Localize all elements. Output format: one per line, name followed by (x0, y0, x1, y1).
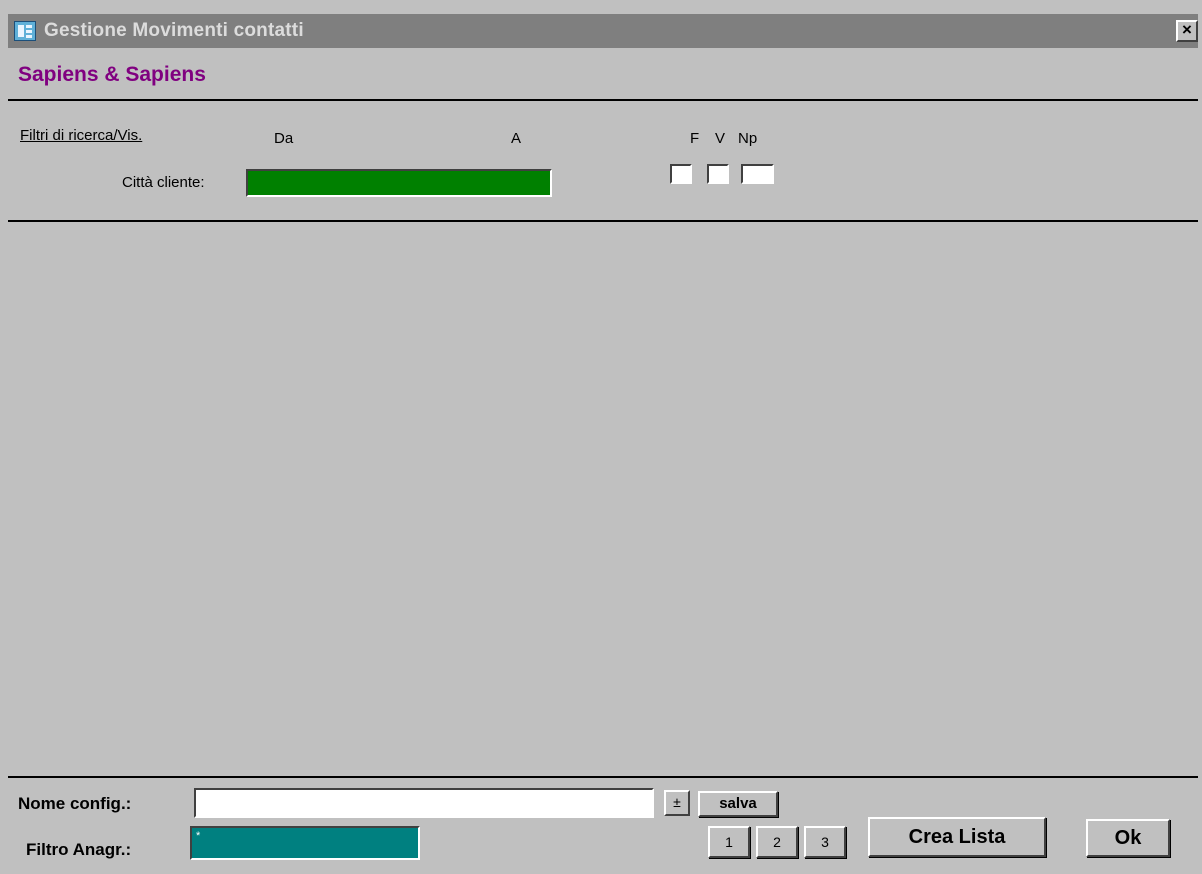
config-name-input[interactable] (194, 788, 654, 818)
config-name-label: Nome config.: (18, 794, 132, 813)
title-bar: Gestione Movimenti contatti (8, 14, 1198, 48)
city-input[interactable] (246, 169, 552, 197)
city-label: Città cliente: (122, 174, 205, 191)
column-to-label: A (511, 130, 522, 147)
company-title: Sapiens & Sapiens (18, 63, 206, 86)
filter-anagr-label: Filtro Anagr.: (26, 840, 132, 859)
footer-divider (8, 776, 1198, 778)
filters-section-label: Filtri di ricerca/Vis. (20, 127, 143, 144)
header-divider (8, 99, 1198, 101)
save-button[interactable]: salva (698, 791, 778, 817)
config-dropdown-button[interactable]: ± (664, 790, 690, 816)
page-1-button[interactable]: 1 (708, 826, 750, 858)
flag-f-checkbox[interactable] (670, 164, 692, 184)
flag-np-checkbox[interactable] (741, 164, 774, 184)
main-window: Gestione Movimenti contatti × Sapiens & … (0, 0, 1202, 874)
flag-f-label: F (690, 130, 700, 147)
page-2-button[interactable]: 2 (756, 826, 798, 858)
window-form-icon (14, 21, 36, 41)
window-title: Gestione Movimenti contatti (44, 20, 304, 41)
flag-np-label: Np (738, 130, 758, 147)
dropdown-arrow-icon: ± (673, 794, 681, 810)
column-from-label: Da (274, 130, 294, 147)
flag-v-label: V (715, 130, 726, 147)
ok-button[interactable]: Ok (1086, 819, 1170, 857)
page-3-button[interactable]: 3 (804, 826, 846, 858)
filter-anagr-input[interactable]: * (190, 826, 420, 860)
filters-divider (8, 220, 1198, 222)
create-list-button[interactable]: Crea Lista (868, 817, 1046, 857)
flag-v-checkbox[interactable] (707, 164, 729, 184)
close-button[interactable]: × (1176, 20, 1198, 42)
